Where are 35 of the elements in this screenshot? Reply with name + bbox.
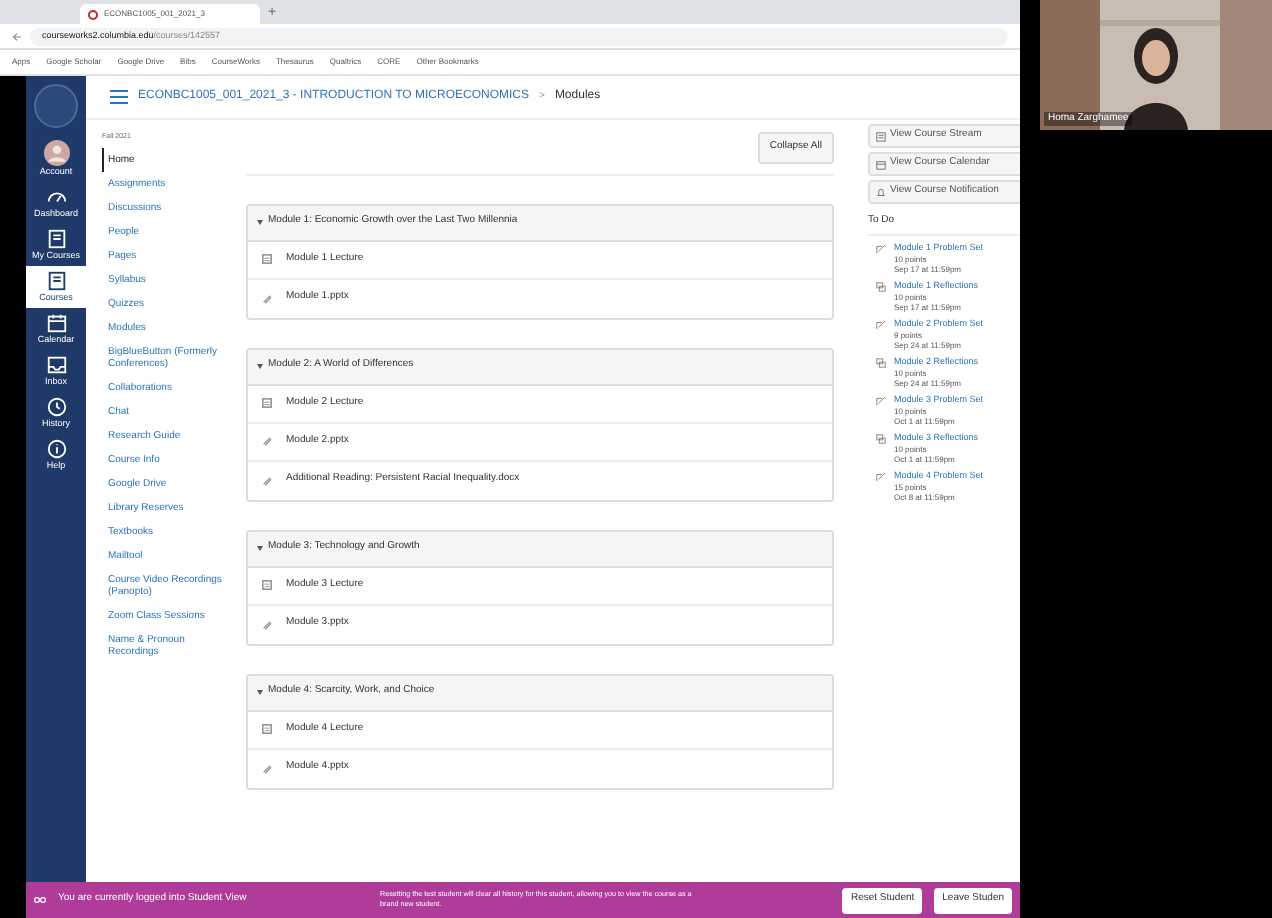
page-icon: [262, 724, 272, 734]
logo-icon: [34, 84, 78, 128]
avatar-icon: [43, 140, 69, 166]
info-icon: [45, 438, 67, 460]
caret-icon[interactable]: [256, 362, 264, 370]
assignment-icon: [876, 395, 886, 405]
paperclip-icon: [262, 619, 272, 629]
calendar-icon: [876, 159, 886, 169]
page-icon: [262, 254, 272, 264]
caret-icon[interactable]: [256, 688, 264, 696]
inbox-icon: [45, 354, 67, 376]
assignment-icon: [876, 243, 886, 253]
calendar-icon: [45, 312, 67, 334]
menu-icon[interactable]: [110, 90, 128, 104]
caret-icon[interactable]: [256, 218, 264, 226]
paperclip-icon: [262, 763, 272, 773]
glasses-icon: [34, 896, 46, 904]
page-icon: [262, 580, 272, 590]
list-icon: [876, 131, 886, 141]
assignment-icon: [876, 319, 886, 329]
clock-icon: [45, 396, 67, 418]
caret-icon[interactable]: [256, 544, 264, 552]
site-icon: [88, 9, 98, 19]
page-icon: [262, 398, 272, 408]
assignment-icon: [876, 471, 886, 481]
paperclip-icon: [262, 293, 272, 303]
book-icon: [45, 228, 67, 250]
back-icon[interactable]: [12, 31, 22, 41]
paperclip-icon: [262, 436, 272, 446]
book-icon: [45, 270, 67, 292]
bell-icon: [876, 187, 886, 197]
chat-icon: [876, 357, 886, 367]
chat-icon: [876, 281, 886, 291]
chat-icon: [876, 433, 886, 443]
paperclip-icon: [262, 475, 272, 485]
